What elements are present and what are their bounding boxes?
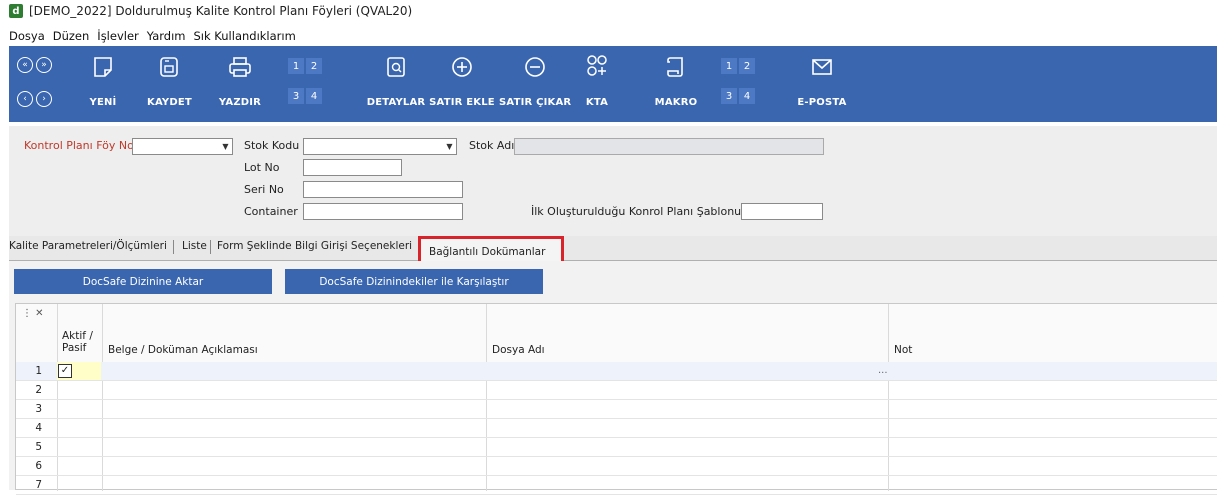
active-checkbox[interactable]: ✓ — [58, 364, 72, 378]
header-form: Kontrol Planı Föy No ▼ Stok Kodu ▼ Stok … — [9, 126, 1217, 236]
menu-duzen[interactable]: Düzen — [53, 29, 90, 43]
email-button[interactable]: E-POSTA — [797, 56, 847, 108]
print-page-4[interactable]: 4 — [306, 88, 322, 104]
add-row-label: SATIR EKLE — [429, 97, 495, 108]
first-record-icon[interactable]: « — [17, 57, 33, 73]
stock-code-label: Stok Kodu — [244, 139, 300, 152]
chevron-down-icon[interactable]: ▼ — [443, 139, 456, 154]
menu-dosya[interactable]: Dosya — [9, 29, 45, 43]
window-title: [DEMO_2022] Doldurulmuş Kalite Kontrol P… — [29, 4, 413, 18]
row-number: 3 — [35, 403, 42, 415]
table-row[interactable]: 1 ✓ ... — [16, 362, 1217, 381]
template-no-label: İlk Oluşturulduğu Konrol Planı Şablonu N… — [531, 205, 760, 218]
column-chooser-icon[interactable]: ⋮ ✕ — [22, 308, 44, 319]
menu-bar: Dosya Düzen İşlevler Yardım Sık Kullandı… — [0, 26, 304, 46]
print-button[interactable]: YAZDIR — [218, 56, 262, 108]
new-label: YENİ — [89, 97, 117, 108]
row-number: 6 — [35, 460, 42, 472]
menu-yardim[interactable]: Yardım — [147, 29, 186, 43]
macro-button[interactable]: MAKRO — [653, 56, 699, 108]
table-row[interactable]: 7 — [16, 476, 1217, 495]
print-page-3[interactable]: 3 — [288, 88, 304, 104]
minus-circle-icon — [525, 57, 545, 77]
lot-no-label: Lot No — [244, 161, 280, 174]
macro-page-4[interactable]: 4 — [739, 88, 755, 104]
menu-islevler[interactable]: İşlevler — [97, 29, 138, 43]
docsafe-compare-button[interactable]: DocSafe Dizinindekiler ile Karşılaştır — [285, 269, 543, 294]
row-number: 5 — [35, 441, 42, 453]
header-active-line1[interactable]: Aktif / — [62, 330, 93, 342]
macro-page-3[interactable]: 3 — [721, 88, 737, 104]
plan-no-dropdown[interactable]: ▼ — [132, 138, 233, 155]
container-label: Container — [244, 205, 298, 218]
table-row[interactable]: 2 — [16, 381, 1217, 400]
table-row[interactable]: 5 — [16, 438, 1217, 457]
docsafe-transfer-button[interactable]: DocSafe Dizinine Aktar — [14, 269, 272, 294]
row-number: 7 — [35, 479, 42, 491]
email-label: E-POSTA — [797, 97, 847, 108]
documents-grid: ⋮ ✕ Aktif / Pasif Belge / Doküman Açıkla… — [15, 303, 1217, 495]
plan-no-label: Kontrol Planı Föy No — [24, 139, 134, 152]
remove-row-button[interactable]: SATIR ÇIKAR — [499, 56, 571, 108]
macro-page-2[interactable]: 2 — [739, 58, 755, 74]
lot-no-field[interactable] — [303, 159, 402, 176]
kta-button[interactable]: KTA — [582, 54, 612, 108]
header-active-line2[interactable]: Pasif — [62, 342, 86, 354]
header-description[interactable]: Belge / Doküman Açıklaması — [108, 344, 258, 356]
container-field[interactable] — [303, 203, 463, 220]
tab-bar: Kalite Parametreleri/Ölçümleri Liste For… — [9, 236, 1217, 265]
scroll-icon — [667, 57, 683, 77]
header-note[interactable]: Not — [894, 344, 912, 356]
grid-header: ⋮ ✕ Aktif / Pasif Belge / Doküman Açıkla… — [16, 304, 1217, 363]
save-button[interactable]: KAYDET — [147, 56, 192, 108]
tab-quality-parameters[interactable]: Kalite Parametreleri/Ölçümleri — [9, 240, 167, 252]
template-no-field[interactable] — [741, 203, 823, 220]
remove-row-label: SATIR ÇIKAR — [499, 97, 572, 108]
title-bar: d [DEMO_2022] Doldurulmuş Kalite Kontrol… — [0, 0, 1217, 22]
save-icon — [160, 57, 178, 77]
new-button[interactable]: YENİ — [85, 56, 121, 108]
tab-list[interactable]: Liste — [182, 240, 207, 252]
app-icon: d — [9, 4, 23, 18]
table-row[interactable]: 3 — [16, 400, 1217, 419]
stock-name-field — [514, 138, 824, 155]
tab-separator — [210, 240, 211, 254]
print-label: YAZDIR — [218, 97, 262, 108]
stock-code-dropdown[interactable]: ▼ — [303, 138, 457, 155]
print-page-1[interactable]: 1 — [288, 58, 304, 74]
kta-icon — [587, 55, 607, 76]
tab-form-entry-options[interactable]: Form Şeklinde Bilgi Girişi Seçenekleri — [217, 240, 412, 252]
details-label: DETAYLAR — [366, 97, 426, 108]
row-number: 1 — [35, 365, 42, 377]
row-number: 4 — [35, 422, 42, 434]
new-document-icon — [94, 57, 112, 77]
tab-separator — [173, 240, 174, 254]
table-row[interactable]: 6 — [16, 457, 1217, 476]
serial-no-field[interactable] — [303, 181, 463, 198]
add-row-button[interactable]: SATIR EKLE — [429, 56, 495, 108]
details-icon — [387, 57, 405, 77]
tab-linked-documents-label: Bağlantılı Dokümanlar — [429, 246, 546, 258]
kta-label: KTA — [585, 97, 609, 108]
table-row[interactable]: 4 — [16, 419, 1217, 438]
file-browse-button[interactable]: ... — [878, 365, 888, 376]
envelope-icon — [812, 59, 832, 75]
header-file-name[interactable]: Dosya Adı — [492, 344, 545, 356]
print-page-2[interactable]: 2 — [306, 58, 322, 74]
macro-page-1[interactable]: 1 — [721, 58, 737, 74]
serial-no-label: Seri No — [244, 183, 284, 196]
chevron-down-icon[interactable]: ▼ — [219, 139, 232, 154]
prev-record-icon[interactable]: ‹ — [17, 91, 33, 107]
next-record-icon[interactable]: › — [36, 91, 52, 107]
details-button[interactable]: DETAYLAR — [365, 56, 427, 108]
toolbar: « » ‹ › YENİ KAYDET YAZDIR 1 2 3 4 DETAY… — [9, 46, 1217, 122]
macro-label: MAKRO — [654, 97, 698, 108]
row-number: 2 — [35, 384, 42, 396]
menu-favorites[interactable]: Sık Kullandıklarım — [193, 29, 295, 43]
printer-icon — [229, 57, 251, 77]
save-label: KAYDET — [147, 97, 192, 108]
plus-circle-icon — [452, 57, 472, 77]
stock-name-label: Stok Adı — [469, 139, 515, 152]
last-record-icon[interactable]: » — [36, 57, 52, 73]
